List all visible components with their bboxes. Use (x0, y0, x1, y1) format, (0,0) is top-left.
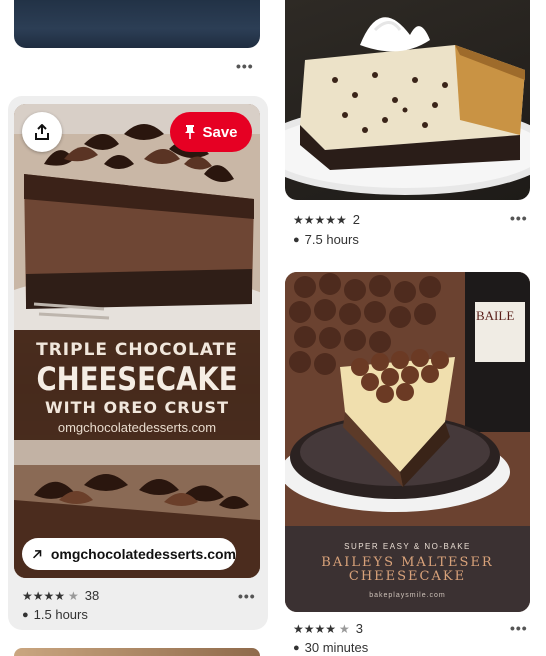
more-options-button[interactable]: ••• (236, 59, 254, 73)
pushpin-icon (185, 125, 196, 139)
arrow-up-right-icon (32, 550, 42, 559)
rating-count: 3 (355, 621, 364, 636)
more-options-button[interactable]: ••• (510, 621, 528, 635)
clock-icon: ● (293, 641, 300, 654)
rating: ★★★★ ★ 38 (22, 588, 99, 603)
overlay-site-text: bakeplaysmile.com (369, 592, 446, 599)
overlay-site-text: omgchocolatedesserts.com (57, 420, 217, 435)
pin-image-bottom-left[interactable] (14, 648, 260, 656)
cheesecake-illustration (285, 17, 530, 195)
star-icon: ★★★★★ (293, 212, 347, 227)
cook-time: ● 30 minutes (293, 640, 368, 655)
source-link-button[interactable]: omgchocolatedesserts.com (22, 538, 236, 570)
overlay-title: BAILEYS MALTESER CHEESECAKE (285, 556, 530, 584)
overlay-kicker-text: SUPER EASY & NO-BAKE (344, 542, 471, 551)
share-button[interactable] (22, 112, 62, 152)
rating: ★★★★ ★ 3 (293, 621, 363, 636)
pin-image-top-left[interactable] (14, 0, 260, 48)
star-icon: ★★★★ (22, 588, 66, 603)
source-link-label: omgchocolatedesserts.com (50, 546, 236, 562)
bottle-label-text: BAILE (476, 308, 514, 323)
more-options-button[interactable]: ••• (510, 211, 528, 225)
pin-overlay-banner: SUPER EASY & NO-BAKE BAILEYS MALTESER CH… (285, 526, 530, 612)
overlay-title-line: TRIPLE CHOCOLATE (36, 340, 238, 360)
overlay-title-line: WITH OREO CRUST (45, 398, 229, 417)
rating-count: 38 (84, 588, 100, 603)
overlay-title-line: BAILEYS MALTESER (321, 555, 494, 570)
share-icon (35, 124, 49, 140)
star-icon: ★★★★ (293, 621, 337, 636)
clock-icon: ● (22, 608, 29, 621)
overlay-title-line: CHEESECAKE (36, 360, 238, 398)
malteser-cheesecake-illustration: BAILE (285, 272, 530, 526)
cook-time-label: 7.5 hours (304, 232, 359, 247)
cook-time-label: 1.5 hours (33, 607, 88, 622)
cook-time: ● 7.5 hours (293, 232, 359, 247)
pin-image-triple-chocolate-cheesecake[interactable]: TRIPLE CHOCOLATE CHEESECAKE WITH OREO CR… (14, 104, 260, 578)
half-star-icon: ★ (339, 621, 350, 636)
pin-image-chocolate-chip-cheesecake[interactable] (285, 0, 530, 200)
pin-overlay-banner: TRIPLE CHOCOLATE CHEESECAKE WITH OREO CR… (14, 330, 260, 440)
cook-time: ● 1.5 hours (22, 607, 88, 622)
pin-image-baileys-malteser-cheesecake[interactable]: BAILE SUPER EASY & NO-BAKE BAILEYS MALTE… (285, 272, 530, 612)
overlay-title-line: CHEESECAKE (348, 569, 467, 584)
more-options-button[interactable]: ••• (238, 589, 256, 603)
rating-count: 2 (352, 212, 361, 227)
half-star-icon: ★ (68, 588, 79, 603)
cook-time-label: 30 minutes (304, 640, 369, 655)
clock-icon: ● (293, 233, 300, 246)
save-button-label: Save (202, 123, 238, 141)
rating: ★★★★★ 2 (293, 212, 360, 227)
save-button[interactable]: Save (170, 112, 252, 152)
